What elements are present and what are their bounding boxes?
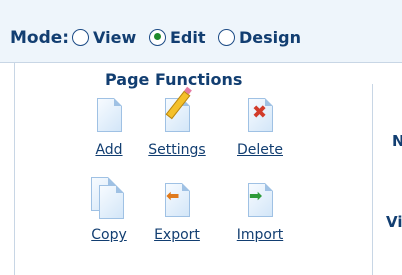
mode-design-label: Design (239, 27, 301, 47)
page-functions-title: Page Functions (105, 70, 243, 89)
add-action[interactable]: Add (77, 92, 141, 158)
document-front-icon (99, 185, 124, 219)
document-icon (97, 98, 122, 132)
mode-panel: Mode: View Edit Design Page Functions Ad… (0, 0, 402, 275)
page-settings-icon[interactable] (157, 90, 197, 136)
copy-link[interactable]: Copy (77, 227, 141, 243)
add-page-icon[interactable] (89, 92, 129, 136)
import-link[interactable]: Import (228, 227, 292, 243)
mode-title: Mode: (10, 28, 70, 48)
right-panel-label-1: N (392, 132, 402, 150)
mode-view-label: View (93, 27, 137, 47)
delete-action[interactable]: ✖ Delete (228, 92, 292, 158)
mode-bar: Mode: View Edit Design (0, 0, 402, 63)
arrow-right-icon: ➡ (249, 186, 263, 205)
left-panel-border (14, 63, 15, 275)
import-page-icon[interactable]: ➡ (240, 177, 280, 221)
mode-design-radio[interactable] (218, 28, 235, 46)
settings-link[interactable]: Settings (145, 142, 209, 158)
right-panel-label-2: Vi (386, 213, 402, 231)
add-link[interactable]: Add (77, 142, 141, 158)
delete-link[interactable]: Delete (228, 142, 292, 158)
mode-view-option[interactable]: View (72, 26, 136, 48)
delete-page-icon[interactable]: ✖ (240, 92, 280, 136)
arrow-left-icon: ⬅ (166, 186, 180, 205)
mode-design-option[interactable]: Design (218, 26, 301, 48)
panel-divider (372, 84, 373, 275)
settings-action[interactable]: Settings (145, 90, 209, 158)
export-action[interactable]: ⬅ Export (145, 177, 209, 243)
export-page-icon[interactable]: ⬅ (157, 177, 197, 221)
export-link[interactable]: Export (145, 227, 209, 243)
copy-action[interactable]: Copy (77, 177, 141, 243)
mode-edit-radio[interactable] (149, 28, 166, 46)
close-icon: ✖ (252, 102, 268, 123)
mode-view-radio[interactable] (72, 28, 89, 46)
mode-edit-option[interactable]: Edit (149, 26, 206, 48)
import-action[interactable]: ➡ Import (228, 177, 292, 243)
copy-page-icon[interactable] (89, 177, 129, 221)
mode-edit-label: Edit (170, 27, 206, 47)
